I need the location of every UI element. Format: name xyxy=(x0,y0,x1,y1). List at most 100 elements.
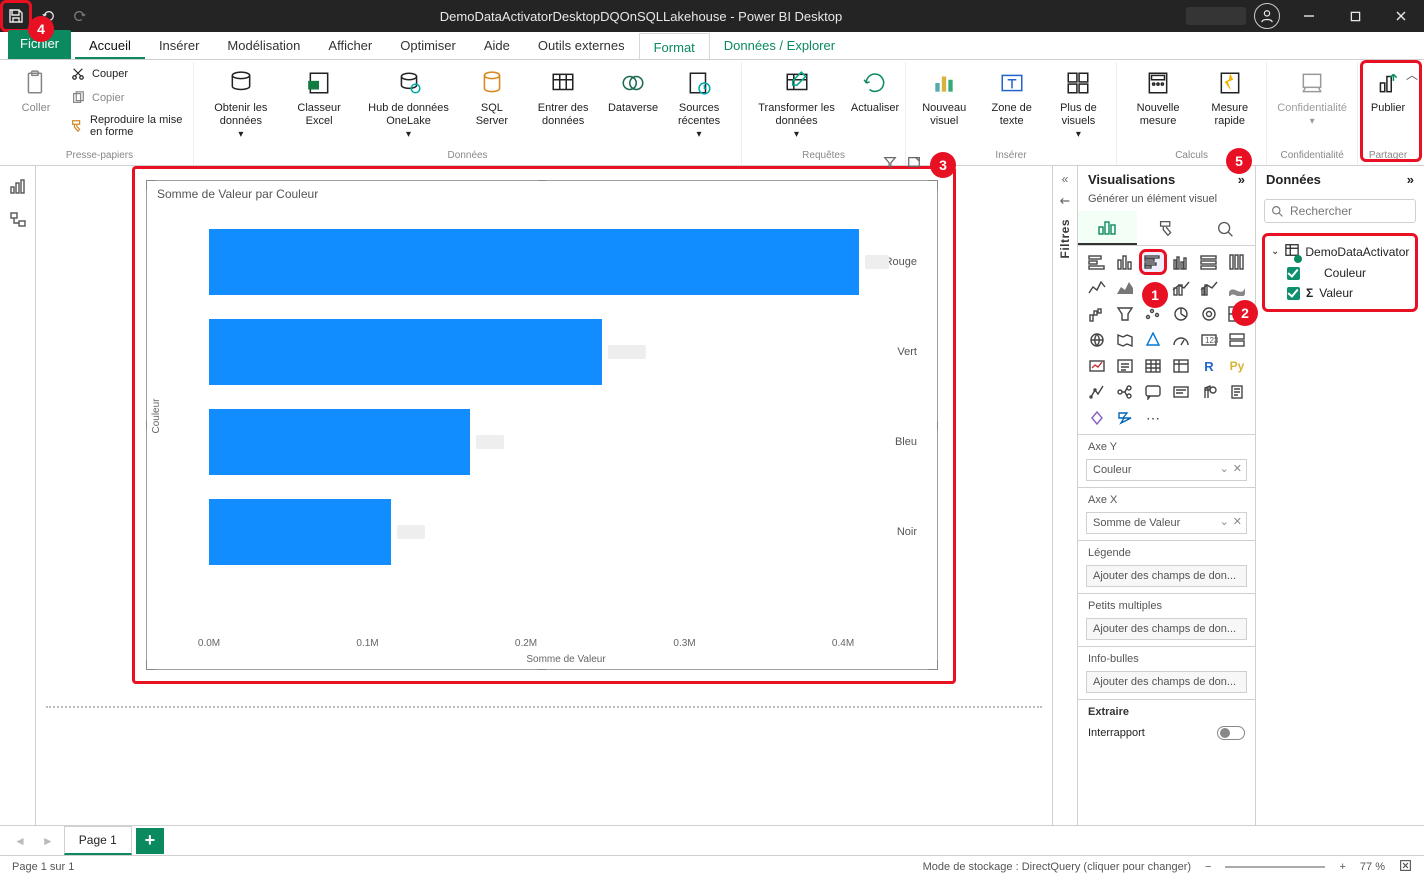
viz-waterfall[interactable] xyxy=(1086,304,1108,324)
chevron-down-icon[interactable]: ⌄ xyxy=(1220,462,1229,475)
zoom-out-button[interactable]: − xyxy=(1205,861,1211,873)
close-button[interactable] xyxy=(1378,0,1424,32)
cut-button[interactable]: Couper xyxy=(66,64,187,84)
excel-workbook-button[interactable]: Classeur Excel xyxy=(288,64,351,130)
viz-card[interactable]: 123 xyxy=(1198,330,1220,350)
viz-tab-analytics[interactable] xyxy=(1196,211,1255,245)
viz-tab-format[interactable] xyxy=(1137,211,1196,245)
viz-goals[interactable] xyxy=(1198,382,1220,402)
well-axe-y[interactable]: Couleur⌄✕ xyxy=(1086,459,1247,481)
viz-power-automate[interactable] xyxy=(1114,408,1136,428)
enter-data-button[interactable]: Entrer des données xyxy=(523,64,603,130)
collapse-data-pane-icon[interactable]: » xyxy=(1407,172,1414,187)
collapse-viz-pane-icon[interactable]: » xyxy=(1238,172,1245,187)
paste-button[interactable]: Coller xyxy=(12,64,60,117)
maximize-button[interactable] xyxy=(1332,0,1378,32)
field-valeur[interactable]: Σ Valeur xyxy=(1269,283,1411,303)
chevron-down-icon[interactable]: ⌄ xyxy=(1220,515,1229,528)
viz-line[interactable] xyxy=(1086,278,1108,298)
zoom-slider[interactable] xyxy=(1225,866,1325,868)
fit-to-page-button[interactable] xyxy=(1399,859,1412,875)
quick-measure-button[interactable]: Mesure rapide xyxy=(1199,64,1260,130)
report-view-button[interactable] xyxy=(8,176,28,196)
viz-100stacked-column[interactable] xyxy=(1226,252,1248,272)
viz-slicer[interactable] xyxy=(1114,356,1136,376)
transform-data-button[interactable]: Transformer les données▾ xyxy=(748,64,845,143)
search-fields-input[interactable]: Rechercher xyxy=(1264,199,1416,223)
menu-outils-externes[interactable]: Outils externes xyxy=(524,32,639,59)
viz-decomp-tree[interactable] xyxy=(1114,382,1136,402)
viz-filled-map[interactable] xyxy=(1114,330,1136,350)
menu-aide[interactable]: Aide xyxy=(470,32,524,59)
copy-button[interactable]: Copier xyxy=(66,88,187,108)
viz-tab-build[interactable] xyxy=(1078,211,1137,245)
viz-stacked-column[interactable] xyxy=(1114,252,1136,272)
collapse-ribbon-button[interactable]: ︿ xyxy=(1406,66,1418,83)
well-small-multiples[interactable]: Ajouter des champs de don... xyxy=(1086,618,1247,640)
checkbox-icon[interactable] xyxy=(1287,287,1300,300)
minimize-button[interactable] xyxy=(1286,0,1332,32)
menu-donnees-explorer[interactable]: Données / Explorer xyxy=(710,32,849,59)
viz-matrix[interactable] xyxy=(1170,356,1192,376)
expand-filters-icon[interactable]: « xyxy=(1062,172,1069,186)
cross-report-toggle[interactable] xyxy=(1217,726,1245,740)
viz-donut[interactable] xyxy=(1198,304,1220,324)
new-measure-button[interactable]: Nouvelle mesure xyxy=(1123,64,1193,130)
user-avatar[interactable] xyxy=(1254,3,1280,29)
viz-100stacked-bar[interactable] xyxy=(1198,252,1220,272)
focus-mode-icon[interactable] xyxy=(907,155,921,172)
menu-optimiser[interactable]: Optimiser xyxy=(386,32,470,59)
viz-azure-map[interactable] xyxy=(1142,330,1164,350)
publish-button[interactable]: Publier xyxy=(1364,64,1412,117)
new-visual-button[interactable]: Nouveau visuel xyxy=(912,64,976,130)
dataverse-button[interactable]: Dataverse xyxy=(609,64,657,117)
viz-key-influencers[interactable] xyxy=(1086,382,1108,402)
model-view-button[interactable] xyxy=(8,210,28,230)
viz-stacked-bar[interactable] xyxy=(1086,252,1108,272)
viz-kpi[interactable] xyxy=(1086,356,1108,376)
well-axe-x[interactable]: Somme de Valeur⌄✕ xyxy=(1086,512,1247,534)
viz-pie[interactable] xyxy=(1170,304,1192,324)
viz-qa[interactable] xyxy=(1142,382,1164,402)
format-painter-button[interactable]: Reproduire la mise en forme xyxy=(66,112,187,140)
table-node[interactable]: ⌄ DemoDataActivator xyxy=(1269,240,1411,263)
viz-area[interactable] xyxy=(1114,278,1136,298)
onelake-hub-button[interactable]: Hub de données OneLake▾ xyxy=(357,64,461,143)
recent-sources-button[interactable]: Sources récentes▾ xyxy=(663,64,735,143)
menu-modelisation[interactable]: Modélisation xyxy=(213,32,314,59)
viz-clustered-bar[interactable] xyxy=(1142,252,1164,272)
get-data-button[interactable]: Obtenir les données▾ xyxy=(200,64,282,143)
report-canvas[interactable]: ⋯ Somme de Valeur par Couleur Couleur Ro… xyxy=(36,166,1052,825)
expand-icon[interactable]: ⌄ xyxy=(1271,246,1279,257)
viz-funnel[interactable] xyxy=(1114,304,1136,324)
page-prev-button[interactable]: ◄ xyxy=(8,834,32,848)
redo-button[interactable] xyxy=(64,0,96,32)
remove-field-icon[interactable]: ✕ xyxy=(1233,515,1242,528)
viz-line-clustered[interactable] xyxy=(1198,278,1220,298)
menu-format[interactable]: Format xyxy=(639,33,710,59)
viz-table[interactable] xyxy=(1142,356,1164,376)
viz-gauge[interactable] xyxy=(1170,330,1192,350)
sensitivity-button[interactable]: Confidentialité▾ xyxy=(1273,64,1351,130)
more-visuals-button[interactable]: Plus de visuels▾ xyxy=(1047,64,1110,143)
bar-vert[interactable] xyxy=(209,319,602,385)
viz-multirow-card[interactable] xyxy=(1226,330,1248,350)
bar-bleu[interactable] xyxy=(209,409,470,475)
viz-paginated[interactable] xyxy=(1226,382,1248,402)
viz-line-stacked[interactable] xyxy=(1170,278,1192,298)
viz-get-more[interactable]: ⋯ xyxy=(1142,408,1164,428)
text-box-button[interactable]: Zone de texte xyxy=(982,64,1040,130)
refresh-button[interactable]: Actualiser xyxy=(851,64,899,117)
viz-clustered-column[interactable] xyxy=(1170,252,1192,272)
sql-server-button[interactable]: SQL Server xyxy=(467,64,518,130)
well-tooltips[interactable]: Ajouter des champs de don... xyxy=(1086,671,1247,693)
bar-chart-visual[interactable]: ⋯ Somme de Valeur par Couleur Couleur Ro… xyxy=(146,180,938,670)
filters-pane-collapsed[interactable]: « Filtres xyxy=(1052,166,1078,825)
viz-r[interactable]: R xyxy=(1198,356,1220,376)
bar-rouge[interactable] xyxy=(209,229,859,295)
zoom-in-button[interactable]: + xyxy=(1339,861,1345,873)
menu-afficher[interactable]: Afficher xyxy=(314,32,386,59)
remove-field-icon[interactable]: ✕ xyxy=(1233,462,1242,475)
filter-icon[interactable] xyxy=(883,155,897,172)
field-couleur[interactable]: Couleur xyxy=(1269,263,1411,283)
